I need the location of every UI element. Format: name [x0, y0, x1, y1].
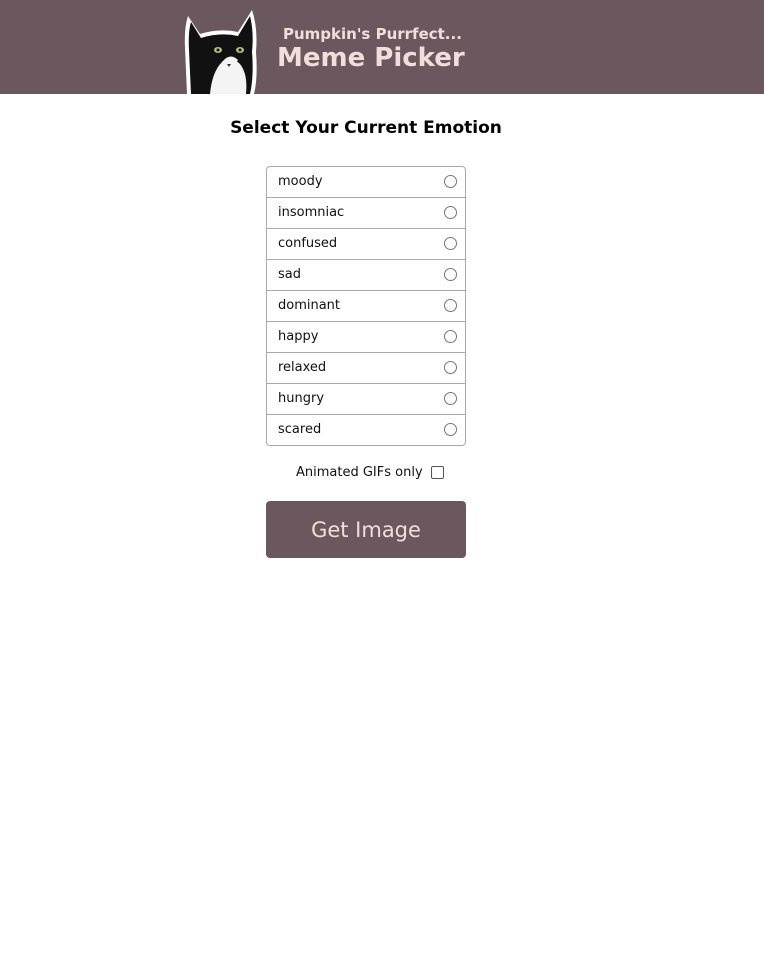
emotion-option-confused[interactable]: confused: [267, 229, 465, 260]
app-header: Pumpkin's Purrfect... Meme Picker: [0, 0, 764, 94]
emotion-heading: Select Your Current Emotion: [230, 118, 502, 138]
radio-button[interactable]: [444, 268, 457, 281]
radio-button[interactable]: [444, 361, 457, 374]
emotion-label: scared: [278, 422, 322, 437]
radio-button[interactable]: [444, 392, 457, 405]
emotion-option-dominant[interactable]: dominant: [267, 291, 465, 322]
emotion-option-hungry[interactable]: hungry: [267, 384, 465, 415]
emotion-label: insomniac: [278, 205, 345, 220]
emotion-label: sad: [278, 267, 301, 282]
emotion-option-happy[interactable]: happy: [267, 322, 465, 353]
emotion-label: dominant: [278, 298, 341, 313]
radio-button[interactable]: [444, 206, 457, 219]
emotion-option-sad[interactable]: sad: [267, 260, 465, 291]
header-subtitle: Pumpkin's Purrfect...: [283, 25, 462, 43]
gif-only-checkbox[interactable]: [430, 466, 444, 479]
emotion-option-moody[interactable]: moody: [267, 167, 465, 198]
emotion-label: relaxed: [278, 360, 327, 375]
cat-logo-icon: [184, 10, 257, 94]
emotion-label: confused: [278, 236, 338, 251]
radio-button[interactable]: [444, 237, 457, 250]
emotion-label: moody: [278, 174, 323, 189]
gif-option-label: Animated GIFs only: [296, 465, 423, 480]
header-title: Meme Picker: [277, 43, 465, 73]
emotion-option-insomniac[interactable]: insomniac: [267, 198, 465, 229]
radio-button[interactable]: [444, 299, 457, 312]
emotion-radio-list: moody insomniac confused sad dominant ha…: [266, 166, 466, 446]
get-image-button[interactable]: Get Image: [266, 501, 466, 558]
gif-option-row: Animated GIFs only: [296, 465, 444, 480]
radio-button[interactable]: [444, 330, 457, 343]
emotion-label: hungry: [278, 391, 325, 406]
radio-button[interactable]: [444, 175, 457, 188]
emotion-option-relaxed[interactable]: relaxed: [267, 353, 465, 384]
emotion-label: happy: [278, 329, 319, 344]
emotion-option-scared[interactable]: scared: [267, 415, 465, 445]
radio-button[interactable]: [444, 423, 457, 436]
